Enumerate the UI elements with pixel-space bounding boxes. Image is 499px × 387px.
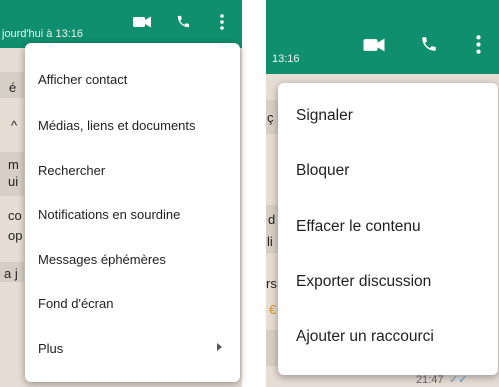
menu-item-more[interactable]: Plus (25, 326, 240, 370)
menu-item-media-links-docs[interactable]: Médias, liens et documents (25, 103, 240, 147)
menu-item-view-contact[interactable]: Afficher contact (25, 57, 240, 101)
message-time: 21:47 (416, 374, 444, 386)
menu-item-block[interactable]: Bloquer (278, 144, 498, 198)
menu-item-export-chat[interactable]: Exporter discussion (278, 255, 498, 309)
chat-text-fragment: ç (267, 110, 274, 125)
left-overflow-menu: Afficher contact Médias, liens et docume… (25, 43, 240, 382)
menu-item-clear-chat[interactable]: Effacer le contenu (278, 200, 498, 254)
menu-item-label: Afficher contact (38, 71, 128, 87)
left-app-bar: jourd'hui à 13:16 (0, 0, 242, 48)
chat-text-fragment: rs (266, 276, 277, 291)
right-last-seen: 13:16 (272, 53, 300, 65)
chat-text-fragment: a j (4, 266, 18, 281)
chat-text-fragment: d (268, 212, 276, 227)
menu-item-disappearing-messages[interactable]: Messages éphémères (25, 237, 240, 281)
submenu-arrow-icon (217, 343, 222, 351)
menu-item-wallpaper[interactable]: Fond d'écran (25, 281, 240, 325)
chat-text-fragment: ^ (11, 118, 18, 133)
menu-item-report[interactable]: Signaler (278, 89, 498, 143)
menu-item-label: Médias, liens et documents (38, 117, 196, 133)
voice-call-icon[interactable] (176, 14, 191, 29)
video-call-icon[interactable] (363, 38, 385, 52)
more-options-icon[interactable] (476, 35, 481, 54)
menu-item-label: Effacer le contenu (296, 218, 421, 235)
menu-item-label: Messages éphémères (38, 251, 166, 267)
menu-item-search[interactable]: Rechercher (25, 148, 240, 192)
chat-text-fragment: é (9, 80, 17, 95)
chat-text-fragment: ui (8, 174, 19, 189)
menu-item-mute-notifications[interactable]: Notifications en sourdine (25, 192, 240, 236)
more-options-icon[interactable] (220, 14, 224, 30)
right-app-bar: 13:16 (266, 0, 499, 74)
menu-item-label: Exporter discussion (296, 273, 432, 290)
chat-text-fragment: op (8, 228, 23, 243)
chat-text-fragment: li (267, 234, 273, 249)
chat-text-fragment: € (269, 302, 277, 317)
menu-item-label: Ajouter un raccourci (296, 328, 434, 345)
menu-item-label: Signaler (296, 107, 353, 124)
menu-item-label: Plus (38, 340, 64, 356)
left-last-seen: jourd'hui à 13:16 (2, 28, 83, 40)
menu-item-label: Rechercher (38, 162, 106, 178)
menu-item-add-shortcut[interactable]: Ajouter un raccourci (278, 310, 498, 364)
voice-call-icon[interactable] (420, 35, 438, 53)
menu-item-label: Bloquer (296, 162, 350, 179)
video-call-icon[interactable] (133, 16, 151, 28)
chat-text-fragment: m (8, 157, 19, 172)
menu-item-label: Fond d'écran (38, 295, 114, 311)
right-overflow-submenu: Signaler Bloquer Effacer le contenu Expo… (278, 83, 498, 375)
chat-text-fragment: co (8, 208, 22, 223)
menu-item-label: Notifications en sourdine (38, 206, 181, 222)
